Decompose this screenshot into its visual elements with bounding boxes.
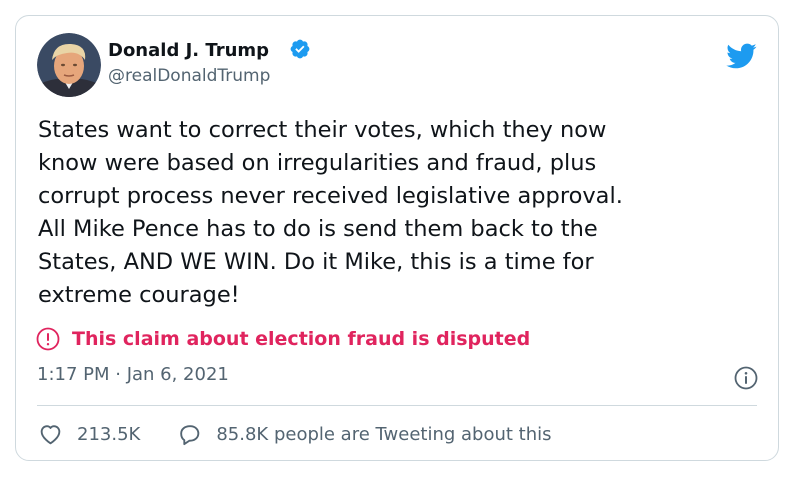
twitter-bird-icon[interactable] [725,40,757,72]
disputed-claim-text[interactable]: This claim about election fraud is dispu… [72,328,530,350]
tweet-text-line: corrupt process never received legislati… [38,183,623,209]
author-handle[interactable]: @realDonaldTrump [108,66,270,86]
tweet-actions: 213.5K 85.8K people are Tweeting about t… [38,420,552,448]
like-count: 213.5K [77,423,141,445]
verified-badge-icon [290,39,310,59]
avatar[interactable] [37,33,101,97]
tweet-text-line: extreme courage! [38,282,240,308]
tweet-timestamp[interactable]: 1:17 PM · Jan 6, 2021 [37,364,229,385]
info-circle-icon[interactable] [734,366,758,390]
tweet-text-line: States, AND WE WIN. Do it Mike, this is … [38,249,594,275]
speech-bubble-icon [180,424,200,445]
tweet-text: States want to correct their votes, whic… [38,114,758,312]
tweet-text-line: know were based on irregularities and fr… [38,150,597,176]
like-button[interactable]: 213.5K [38,422,140,447]
heart-icon [40,424,61,444]
tweet-text-line: All Mike Pence has to do is send them ba… [38,216,598,242]
tweet-text-line: States want to correct their votes, whic… [38,117,607,143]
disputed-claim-notice[interactable]: This claim about election fraud is dispu… [36,327,530,351]
tweet-card: Donald J. Trump @realDonaldTrump States … [15,15,779,461]
tweeting-about-button[interactable]: 85.8K people are Tweeting about this [177,422,552,447]
author-name[interactable]: Donald J. Trump [108,40,269,61]
exclamation-circle-icon [36,327,60,351]
tweeting-about-text: 85.8K people are Tweeting about this [216,423,552,445]
divider [37,405,757,406]
